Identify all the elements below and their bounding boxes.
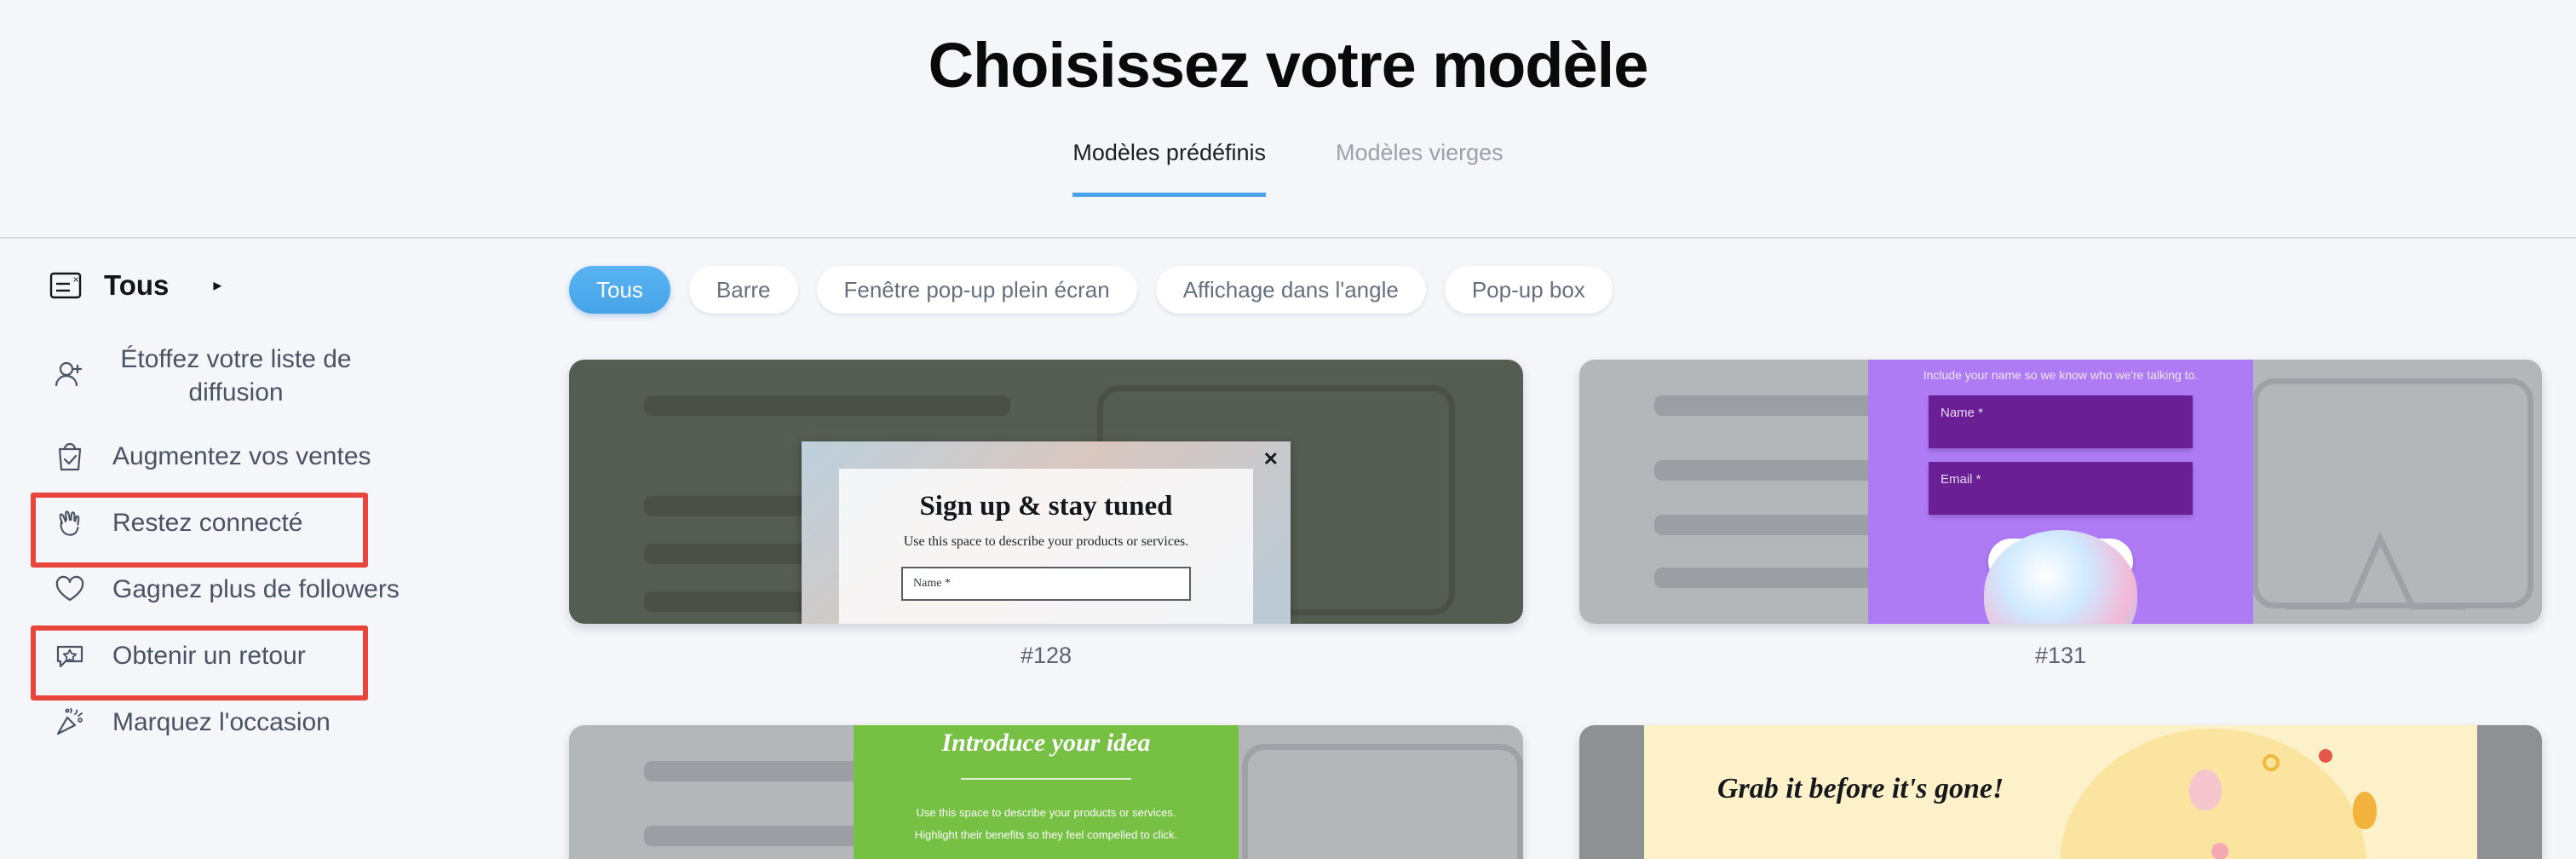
template-card[interactable]: Grab it before it's gone!	[1579, 725, 2542, 859]
template-card-icon: ×	[49, 271, 82, 300]
tab-blank-templates[interactable]: Modèles vierges	[1336, 140, 1504, 197]
template-card-grid: ✕ Sign up & stay tuned Use this space to…	[545, 360, 2576, 859]
person-plus-icon	[51, 357, 89, 395]
shopping-bag-check-icon	[51, 437, 89, 475]
template-thumbnail-128[interactable]: ✕ Sign up & stay tuned Use this space to…	[569, 360, 1523, 624]
sidebar-item-label: Restez connecté	[112, 508, 303, 537]
template-card[interactable]: Include your name so we know who we're t…	[1579, 360, 2542, 669]
page-header: Choisissez votre modèle Modèles prédéfin…	[0, 0, 2576, 239]
page-title: Choisissez votre modèle	[928, 30, 1649, 101]
sidebar-item-all-label: Tous	[104, 269, 170, 301]
decorative-ornament	[2263, 754, 2280, 771]
decorative-ornament	[2189, 770, 2222, 810]
filter-chip-bar: Tous Barre Fenêtre pop-up plein écran Af…	[545, 266, 2576, 314]
sidebar-item-label: Augmentez vos ventes	[112, 441, 371, 470]
popup-name-field[interactable]: Name *	[901, 567, 1191, 601]
filter-chip-all[interactable]: Tous	[569, 266, 670, 314]
sidebar-item-all[interactable]: × Tous ▸	[0, 259, 537, 312]
popup-name-field[interactable]: Name *	[1929, 395, 2193, 448]
sidebar-item-list: Étoffez votre liste de diffusion Augment…	[0, 329, 537, 755]
template-id-label: #128	[1020, 643, 1072, 668]
tab-predefined-templates[interactable]: Modèles prédéfinis	[1072, 140, 1266, 197]
speech-bubble-star-icon	[51, 637, 89, 674]
template-card[interactable]: ✕ Sign up & stay tuned Use this space to…	[569, 360, 1523, 669]
sidebar-item-label: Étoffez votre liste de diffusion	[120, 345, 352, 406]
filter-chip-popup-box[interactable]: Pop-up box	[1444, 266, 1613, 314]
sidebar-item-gain-followers[interactable]: Gagnez plus de followers	[0, 556, 537, 622]
page-body: × Tous ▸ Étoffez votre liste de diffusio…	[0, 239, 2576, 859]
party-popper-icon	[51, 703, 89, 741]
svg-text:×: ×	[72, 275, 79, 285]
filter-chip-fullscreen-popup[interactable]: Fenêtre pop-up plein écran	[816, 266, 1137, 314]
popup-heading: Include your name so we know who we're t…	[1923, 368, 2199, 382]
popup-heading: Sign up & stay tuned	[919, 491, 1173, 522]
sidebar-item-mark-occasion[interactable]: Marquez l'occasion	[0, 689, 537, 755]
category-sidebar: × Tous ▸ Étoffez votre liste de diffusio…	[0, 239, 537, 859]
filter-chip-corner-display[interactable]: Affichage dans l'angle	[1155, 266, 1426, 314]
template-thumbnail-cream[interactable]: Grab it before it's gone!	[1579, 725, 2542, 859]
sidebar-item-boost-sales[interactable]: Augmentez vos ventes	[0, 423, 537, 489]
decorative-ornament	[2319, 749, 2332, 763]
divider	[961, 778, 1131, 780]
waving-hand-icon	[51, 504, 89, 541]
template-preview-popup: Grab it before it's gone!	[1644, 725, 2477, 859]
popup-email-field[interactable]: Email *	[1929, 462, 2193, 515]
template-card[interactable]: Introduce your idea Use this space to de…	[569, 725, 1523, 859]
template-preview-popup: Introduce your idea Use this space to de…	[854, 725, 1239, 859]
popup-subtext: Use this space to describe your products…	[914, 806, 1178, 841]
filter-chip-bar-type[interactable]: Barre	[688, 266, 798, 314]
tab-bar: Modèles prédéfinis Modèles vierges	[0, 140, 2576, 197]
decorative-ornament	[2353, 792, 2377, 829]
sidebar-item-label: Marquez l'occasion	[112, 707, 331, 736]
popup-inner: Sign up & stay tuned Use this space to d…	[839, 469, 1253, 624]
decorative-ornament	[2211, 843, 2228, 859]
template-thumbnail-green[interactable]: Introduce your idea Use this space to de…	[569, 725, 1523, 859]
sidebar-item-label: Obtenir un retour	[112, 641, 306, 670]
popup-heading: Grab it before it's gone!	[1717, 773, 2004, 804]
template-preview-popup: Include your name so we know who we're t…	[1868, 360, 2253, 624]
chevron-right-icon[interactable]: ▸	[213, 277, 221, 294]
popup-subtext: Use this space to describe your products…	[903, 534, 1189, 549]
sidebar-item-label: Gagnez plus de followers	[112, 574, 400, 603]
template-preview-popup: ✕ Sign up & stay tuned Use this space to…	[802, 441, 1291, 624]
sidebar-item-grow-mailing-list[interactable]: Étoffez votre liste de diffusion	[0, 329, 537, 423]
sidebar-item-get-feedback[interactable]: Obtenir un retour	[0, 622, 537, 700]
close-icon[interactable]: ✕	[1263, 450, 1279, 469]
popup-heading: Introduce your idea	[941, 729, 1151, 757]
template-id-label: #131	[2034, 643, 2087, 668]
template-thumbnail-131[interactable]: Include your name so we know who we're t…	[1579, 360, 2542, 624]
heart-icon	[51, 570, 89, 608]
template-gallery: Tous Barre Fenêtre pop-up plein écran Af…	[537, 239, 2576, 859]
sidebar-item-stay-connected[interactable]: Restez connecté	[0, 489, 537, 568]
